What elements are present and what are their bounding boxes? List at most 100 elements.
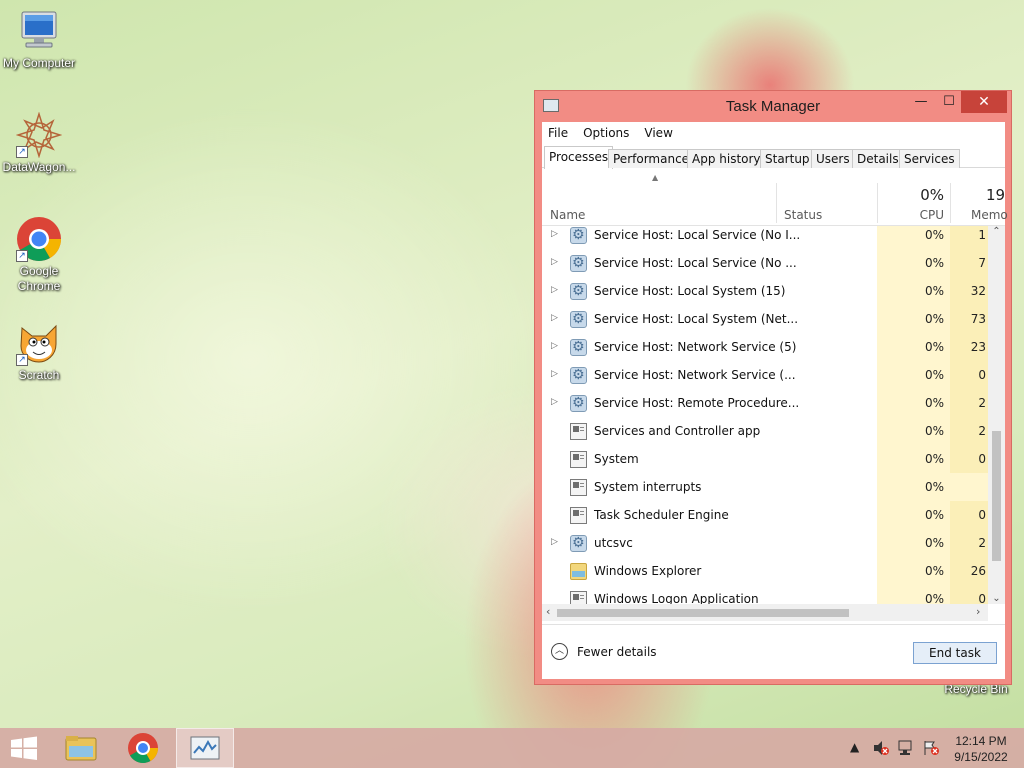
gear-icon <box>570 227 587 244</box>
tab-services[interactable]: Services <box>899 149 960 168</box>
datawagon-icon: ↗ <box>15 111 63 159</box>
end-task-button[interactable]: End task <box>913 642 997 664</box>
computer-icon <box>16 8 62 54</box>
process-row[interactable]: System 0% 0 <box>542 445 988 473</box>
expand-arrow-icon[interactable]: ▷ <box>551 313 558 323</box>
process-name: Service Host: Local Service (No ... <box>594 256 797 270</box>
expand-arrow-icon[interactable]: ▷ <box>551 341 558 351</box>
process-cpu: 0% <box>924 564 944 578</box>
scroll-thumb[interactable] <box>992 431 1001 561</box>
expand-arrow-icon[interactable]: ▷ <box>551 369 558 379</box>
process-row[interactable]: Windows Explorer 0% 26 <box>542 557 988 585</box>
memory-total: 19 <box>986 186 1006 204</box>
tab-app-history[interactable]: App history <box>687 149 766 168</box>
clock[interactable]: 12:14 PM 9/15/2022 <box>946 733 1016 765</box>
expand-arrow-icon[interactable]: ▷ <box>551 537 558 547</box>
horizontal-scrollbar[interactable]: ‹ › <box>542 604 988 621</box>
column-divider[interactable] <box>950 183 951 223</box>
tab-users[interactable]: Users <box>811 149 855 168</box>
cpu-total: 0% <box>920 186 944 204</box>
process-row[interactable]: ▷ Service Host: Local Service (No ... 0% 7 <box>542 249 988 277</box>
tab-details[interactable]: Details <box>852 149 904 168</box>
desktop-icon-scratch[interactable]: ↗ Scratch <box>0 320 78 383</box>
process-row[interactable]: ▷ Service Host: Network Service (5) 0% 23 <box>542 333 988 361</box>
menu-view[interactable]: View <box>644 126 672 140</box>
process-row[interactable]: ▷ utcsvc 0% 2 <box>542 529 988 557</box>
minimize-button[interactable]: — <box>907 91 935 113</box>
fewer-details-button[interactable]: ︿ Fewer details <box>551 643 657 660</box>
show-hidden-icons-icon[interactable]: ▲ <box>850 740 859 768</box>
process-cpu: 0% <box>924 452 944 466</box>
process-cpu: 0% <box>924 284 944 298</box>
menu-bar: File Options View <box>542 122 1005 144</box>
task-manager-icon <box>190 736 220 760</box>
tab-processes[interactable]: Processes <box>544 146 614 169</box>
desktop-icon-label: Scratch <box>18 368 60 382</box>
column-name[interactable]: Name <box>550 208 585 222</box>
process-name: Task Scheduler Engine <box>594 508 729 522</box>
column-status[interactable]: Status <box>784 208 822 222</box>
start-button[interactable] <box>0 728 58 768</box>
tab-performance[interactable]: Performance <box>608 149 695 168</box>
window-icon <box>570 591 587 604</box>
process-row[interactable]: ▷ Service Host: Remote Procedure... 0% 2 <box>542 389 988 417</box>
process-name: Windows Explorer <box>594 564 702 578</box>
process-memory-empty <box>950 473 988 501</box>
process-row[interactable]: Windows Logon Application 0% 0 <box>542 585 988 604</box>
process-row[interactable]: System interrupts 0% <box>542 473 988 501</box>
taskbar-task-manager[interactable] <box>176 728 234 768</box>
gear-icon <box>570 535 587 552</box>
title-bar[interactable]: Task Manager — ☐ ✕ <box>535 91 1011 121</box>
process-row[interactable]: Services and Controller app 0% 2 <box>542 417 988 445</box>
action-center-icon[interactable] <box>922 740 940 768</box>
scroll-down-icon[interactable]: ⌄ <box>988 593 1005 604</box>
column-cpu[interactable]: CPU <box>902 208 944 222</box>
close-button[interactable]: ✕ <box>961 91 1007 113</box>
process-name: Services and Controller app <box>594 424 761 438</box>
process-memory: 2 <box>978 536 986 550</box>
column-memory[interactable]: Memo <box>971 208 1008 222</box>
menu-file[interactable]: File <box>548 126 568 140</box>
column-divider[interactable] <box>877 183 878 223</box>
volume-muted-icon[interactable] <box>872 740 890 768</box>
process-memory: 2 <box>978 424 986 438</box>
process-cpu: 0% <box>924 592 944 604</box>
task-manager-client: File Options View Processes Performance … <box>542 122 1008 679</box>
taskbar-file-explorer[interactable] <box>52 728 110 768</box>
process-row[interactable]: ▷ Service Host: Network Service (... 0% 0 <box>542 361 988 389</box>
taskbar: ▲ 12:14 PM 9/15/2022 <box>0 728 1024 768</box>
expand-arrow-icon[interactable]: ▷ <box>551 229 558 239</box>
window-icon <box>570 423 587 440</box>
scroll-up-icon[interactable]: ⌃ <box>988 226 1005 237</box>
process-row[interactable]: ▷ Service Host: Local System (Net... 0% 73 <box>542 305 988 333</box>
process-cpu: 0% <box>924 424 944 438</box>
scroll-left-icon[interactable]: ‹ <box>546 605 550 618</box>
process-row[interactable]: ▷ Service Host: Local Service (No I... 0% 1 <box>542 226 988 249</box>
process-row[interactable]: Task Scheduler Engine 0% 0 <box>542 501 988 529</box>
window-icon <box>570 451 587 468</box>
expand-arrow-icon[interactable]: ▷ <box>551 257 558 267</box>
scratch-icon: ↗ <box>16 320 62 366</box>
scroll-right-icon[interactable]: › <box>976 605 980 618</box>
process-name: Service Host: Local Service (No I... <box>594 228 801 242</box>
process-row[interactable]: ▷ Service Host: Local System (15) 0% 32 <box>542 277 988 305</box>
vertical-scrollbar[interactable]: ⌃ ⌄ <box>988 226 1005 604</box>
clock-time: 12:14 PM <box>955 734 1007 748</box>
process-memory: 23 <box>970 340 986 354</box>
expand-arrow-icon[interactable]: ▷ <box>551 285 558 295</box>
process-memory: 7 <box>978 256 986 270</box>
desktop-icon-my-computer[interactable]: My Computer <box>0 8 78 71</box>
column-header: ▲ Name Status 0% CPU 19 Memo <box>542 169 1008 226</box>
tab-startup[interactable]: Startup <box>760 149 815 168</box>
desktop-icon-google-chrome[interactable]: ↗ Google Chrome <box>0 216 78 294</box>
menu-options[interactable]: Options <box>583 126 629 140</box>
desktop-icon-datawagon[interactable]: ↗ DataWagon... <box>0 111 78 175</box>
taskbar-chrome[interactable] <box>114 728 172 768</box>
network-icon[interactable] <box>897 740 915 768</box>
expand-arrow-icon[interactable]: ▷ <box>551 397 558 407</box>
maximize-button[interactable]: ☐ <box>935 91 963 113</box>
column-divider[interactable] <box>776 183 777 223</box>
process-memory: 0 <box>978 368 986 382</box>
scroll-thumb[interactable] <box>557 609 849 617</box>
process-cpu: 0% <box>924 368 944 382</box>
